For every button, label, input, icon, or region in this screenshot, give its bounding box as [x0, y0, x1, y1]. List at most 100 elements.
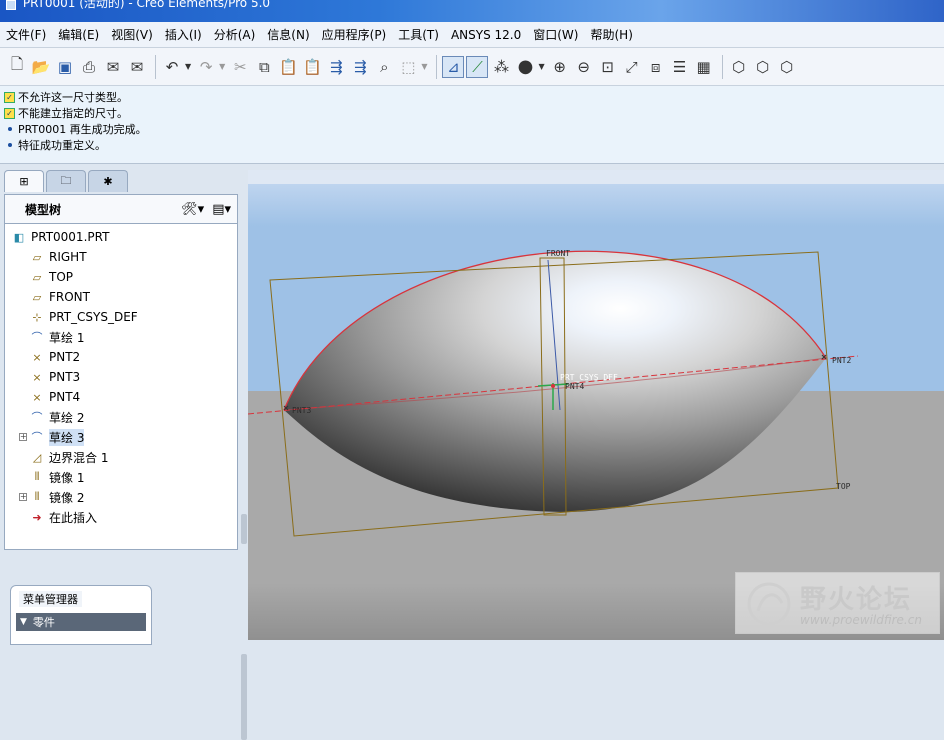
select-dropdown-icon[interactable]: ▼	[421, 62, 427, 71]
no-hidden-icon[interactable]: ⬡	[776, 56, 798, 78]
expand-icon[interactable]: +	[19, 433, 27, 441]
shaded-sphere-icon[interactable]: ●	[514, 56, 536, 78]
copy-icon[interactable]: ⧉	[253, 56, 275, 78]
tree-item[interactable]: ⌒ 草绘 2	[29, 408, 85, 426]
sketch-icon: ⌒	[31, 431, 43, 444]
menu-info[interactable]: 信息(N)	[267, 26, 309, 43]
refit-icon[interactable]: ⊡	[597, 56, 619, 78]
saved-views-icon[interactable]: ⧈	[645, 56, 667, 78]
regenerate-icon[interactable]: ⇶	[325, 56, 347, 78]
sketch-display-icon[interactable]: ⟋	[466, 55, 489, 78]
tree-item[interactable]: × PNT2	[29, 348, 80, 366]
menu-tools[interactable]: 工具(T)	[398, 26, 439, 43]
tree-item-label: PNT4	[49, 390, 81, 404]
expand-icon[interactable]: +	[19, 493, 27, 501]
menu-edit[interactable]: 编辑(E)	[58, 26, 99, 43]
sash-handle[interactable]	[241, 514, 247, 544]
tree-item[interactable]: ▱ RIGHT	[29, 248, 87, 266]
menu-manager-section-label: 零件	[32, 616, 55, 629]
datum-plane-icon: ▱	[32, 290, 42, 304]
tree-root[interactable]: ◧ PRT0001.PRT	[11, 228, 110, 246]
tree-item[interactable]: ⊹ PRT_CSYS_DEF	[29, 308, 137, 326]
message-area: ✓ 不允许这一尺寸类型。 ✓ 不能建立指定的尺寸。 PRT0001 再生成功完成…	[0, 86, 944, 164]
menu-window[interactable]: 窗口(W)	[533, 26, 578, 43]
menu-help[interactable]: 帮助(H)	[590, 26, 632, 43]
model-tree-title: 模型树	[25, 202, 62, 217]
menu-ansys[interactable]: ANSYS 12.0	[451, 28, 521, 42]
3d-viewport[interactable]: FRONT TOP PRT_CSYS_DEF PNT4 PNT3 PNT2	[248, 170, 944, 640]
tree-item-label: 边界混合 1	[49, 450, 109, 465]
reorient-icon[interactable]: ⤢	[621, 56, 643, 78]
redo-dropdown-icon[interactable]: ▼	[219, 62, 225, 71]
cut-icon[interactable]: ✂	[229, 56, 251, 78]
display-dropdown-icon[interactable]: ▼	[538, 62, 544, 71]
menu-bar: 文件(F) 编辑(E) 视图(V) 插入(I) 分析(A) 信息(N) 应用程序…	[0, 22, 944, 48]
pnt2-label: PNT2	[832, 356, 851, 365]
save-icon[interactable]: ▣	[54, 56, 76, 78]
menu-insert[interactable]: 插入(I)	[165, 26, 202, 43]
csys-icon: ⊹	[32, 310, 42, 324]
datum-plane-icon: ▱	[32, 270, 42, 284]
tree-item[interactable]: ⌒ 草绘 1	[29, 328, 85, 346]
tree-item[interactable]: × PNT4	[29, 388, 80, 406]
print-icon[interactable]: ⎙	[78, 56, 100, 78]
zoom-out-icon[interactable]: ⊖	[573, 56, 595, 78]
datum-point-icon: ×	[32, 370, 42, 384]
mirror-icon: ⫴	[34, 470, 40, 483]
mirror-icon: ⫴	[34, 490, 40, 503]
point-display-icon[interactable]: ⁂	[490, 56, 512, 78]
tree-item[interactable]: × PNT3	[29, 368, 80, 386]
message-text: 特征成功重定义。	[18, 139, 106, 152]
undo-icon[interactable]: ↶	[161, 56, 183, 78]
mail-back-icon[interactable]: ✉	[126, 56, 148, 78]
new-file-icon[interactable]: 🗋	[6, 55, 28, 78]
message-text: 不能建立指定的尺寸。	[18, 107, 128, 120]
menu-file[interactable]: 文件(F)	[6, 26, 46, 43]
title-bar: PRT0001 (活动的) - Creo Elements/Pro 5.0	[0, 0, 944, 22]
tree-item-label: 镜像 2	[49, 490, 85, 505]
tree-item-label: PRT0001.PRT	[31, 230, 110, 244]
panel-sash[interactable]	[240, 354, 248, 740]
menu-analysis[interactable]: 分析(A)	[214, 26, 256, 43]
send-mail-icon[interactable]: ✉	[102, 56, 124, 78]
undo-dropdown-icon[interactable]: ▼	[185, 62, 191, 71]
zoom-in-icon[interactable]: ⊕	[549, 56, 571, 78]
tree-settings-icon[interactable]: 🛠▾	[181, 202, 204, 217]
tab-folder-browser[interactable]: 🗀	[46, 170, 86, 192]
paste-special-icon[interactable]: 📋	[301, 56, 323, 78]
pnt4-label: PNT4	[565, 382, 584, 391]
warning-icon: ✓	[4, 91, 15, 103]
manager-icon[interactable]: ⇶	[349, 56, 371, 78]
redo-icon[interactable]: ↷	[195, 56, 217, 78]
wireframe-icon[interactable]: ⬡	[728, 56, 750, 78]
graphics-window[interactable]: FRONT TOP PRT_CSYS_DEF PNT4 PNT3 PNT2	[248, 170, 944, 640]
find-icon[interactable]: ⌕	[373, 56, 395, 78]
sash-handle[interactable]	[241, 654, 247, 740]
datum-point-icon: ×	[32, 350, 42, 364]
menu-applications[interactable]: 应用程序(P)	[322, 26, 387, 43]
tree-item-label: PNT3	[49, 370, 81, 384]
tree-item[interactable]: ➜ 在此插入	[29, 508, 97, 526]
top-label: TOP	[836, 482, 851, 491]
paste-icon[interactable]: 📋	[277, 56, 299, 78]
open-folder-icon[interactable]: 📂	[30, 56, 52, 78]
model-tree-header: 模型树 🛠▾ ▤▾	[4, 194, 238, 224]
tree-item[interactable]: + ⌒ 草绘 3	[19, 428, 85, 446]
layers-icon[interactable]: ☰	[669, 56, 691, 78]
tree-columns-icon[interactable]: ▤▾	[212, 202, 231, 217]
tab-favorites[interactable]: ✱	[88, 170, 128, 192]
tree-item[interactable]: ▱ FRONT	[29, 288, 90, 306]
tree-item[interactable]: ⫴ 镜像 1	[29, 468, 85, 486]
sketch-view-icon[interactable]: ⊿	[442, 55, 465, 78]
message-line: ✓ 不允许这一尺寸类型。	[4, 89, 940, 105]
model-display-icon[interactable]: ▦	[693, 56, 715, 78]
tree-item[interactable]: ◿ 边界混合 1	[29, 448, 109, 466]
tree-item[interactable]: ▱ TOP	[29, 268, 73, 286]
select-box-icon[interactable]: ⬚	[397, 56, 419, 78]
hidden-line-icon[interactable]: ⬡	[752, 56, 774, 78]
menu-view[interactable]: 视图(V)	[111, 26, 153, 43]
tree-item[interactable]: + ⫴ 镜像 2	[19, 488, 85, 506]
tab-model-tree[interactable]: ⊞	[4, 170, 44, 192]
toolbar-divider	[155, 54, 156, 79]
menu-manager-section[interactable]: ▼ 零件	[16, 613, 146, 631]
